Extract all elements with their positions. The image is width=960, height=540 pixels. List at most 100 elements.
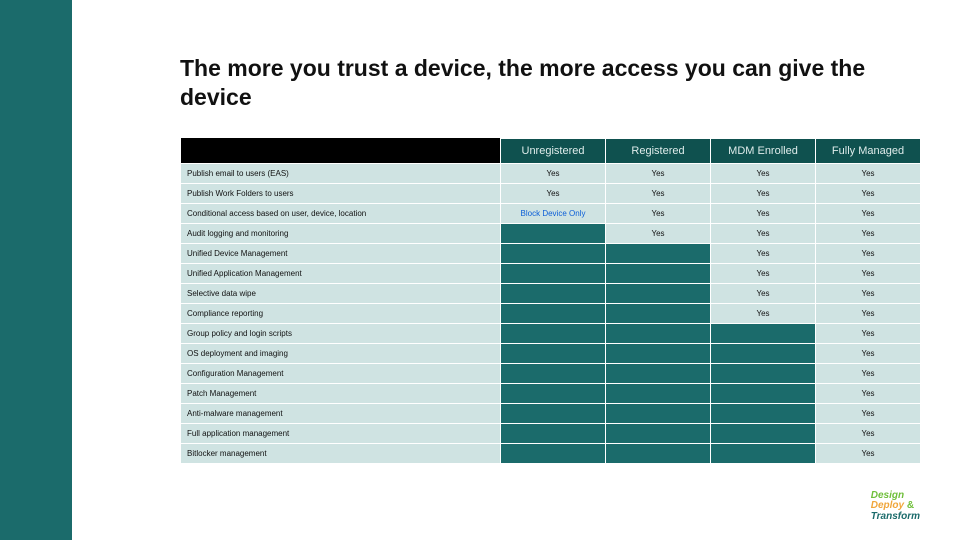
table-row: Conditional access based on user, device…	[181, 204, 921, 224]
value-cell: Yes	[816, 184, 921, 204]
table-row: Unified Application Management YesYes	[181, 264, 921, 284]
value-cell	[501, 444, 606, 464]
value-cell: Block Device Only	[501, 204, 606, 224]
table-row: Selective data wipe YesYes	[181, 284, 921, 304]
value-cell	[711, 324, 816, 344]
feature-cell: Group policy and login scripts	[181, 324, 501, 344]
value-cell	[501, 364, 606, 384]
table-row: Configuration Management Yes	[181, 364, 921, 384]
value-cell: Yes	[816, 304, 921, 324]
table-header-row: Unregistered Registered MDM Enrolled Ful…	[181, 138, 921, 164]
table-row: Publish email to users (EAS)YesYesYesYes	[181, 164, 921, 184]
value-cell	[501, 264, 606, 284]
feature-cell: Publish email to users (EAS)	[181, 164, 501, 184]
feature-cell: Conditional access based on user, device…	[181, 204, 501, 224]
table-row: Compliance reporting YesYes	[181, 304, 921, 324]
value-cell: Yes	[711, 304, 816, 324]
value-cell	[606, 324, 711, 344]
table-row: OS deployment and imaging Yes	[181, 344, 921, 364]
value-cell: Yes	[816, 324, 921, 344]
feature-cell: Patch Management	[181, 384, 501, 404]
value-cell	[606, 304, 711, 324]
value-cell: Yes	[816, 404, 921, 424]
col-mdm-enrolled: MDM Enrolled	[711, 138, 816, 164]
value-cell	[711, 444, 816, 464]
col-registered: Registered	[606, 138, 711, 164]
table-row: Bitlocker management Yes	[181, 444, 921, 464]
value-cell	[711, 384, 816, 404]
slide-content: The more you trust a device, the more ac…	[180, 54, 920, 464]
value-cell: Yes	[606, 164, 711, 184]
feature-cell: Selective data wipe	[181, 284, 501, 304]
value-cell: Yes	[816, 424, 921, 444]
feature-cell: Publish Work Folders to users	[181, 184, 501, 204]
value-cell: Yes	[816, 204, 921, 224]
feature-matrix-table: Unregistered Registered MDM Enrolled Ful…	[180, 138, 921, 465]
value-cell: Yes	[816, 284, 921, 304]
feature-cell: Unified Device Management	[181, 244, 501, 264]
slide-title: The more you trust a device, the more ac…	[180, 54, 920, 112]
table-row: Unified Device Management YesYes	[181, 244, 921, 264]
value-cell	[711, 404, 816, 424]
value-cell	[606, 404, 711, 424]
value-cell: Yes	[606, 224, 711, 244]
value-cell	[606, 384, 711, 404]
value-cell: Yes	[816, 364, 921, 384]
value-cell: Yes	[711, 284, 816, 304]
value-cell: Yes	[711, 224, 816, 244]
feature-cell: OS deployment and imaging	[181, 344, 501, 364]
logo-ampersand: &	[907, 500, 914, 511]
logo-line-2: Deploy	[871, 500, 904, 511]
header-blank	[181, 138, 501, 164]
table-row: Full application management Yes	[181, 424, 921, 444]
feature-cell: Full application management	[181, 424, 501, 444]
feature-cell: Configuration Management	[181, 364, 501, 384]
value-cell	[501, 224, 606, 244]
value-cell	[501, 404, 606, 424]
value-cell	[606, 444, 711, 464]
value-cell: Yes	[816, 344, 921, 364]
table-row: Patch Management Yes	[181, 384, 921, 404]
table-row: Publish Work Folders to usersYesYesYesYe…	[181, 184, 921, 204]
value-cell	[606, 284, 711, 304]
table-row: Group policy and login scripts Yes	[181, 324, 921, 344]
value-cell: Yes	[711, 184, 816, 204]
value-cell	[501, 244, 606, 264]
table-row: Audit logging and monitoringYesYesYes	[181, 224, 921, 244]
value-cell	[501, 384, 606, 404]
value-cell	[606, 424, 711, 444]
value-cell	[606, 344, 711, 364]
value-cell	[501, 324, 606, 344]
value-cell: Yes	[711, 244, 816, 264]
value-cell	[606, 264, 711, 284]
table-row: Anti-malware managementYes	[181, 404, 921, 424]
value-cell: Yes	[711, 204, 816, 224]
col-fully-managed: Fully Managed	[816, 138, 921, 164]
value-cell	[711, 344, 816, 364]
value-cell	[501, 304, 606, 324]
value-cell	[711, 364, 816, 384]
col-unregistered: Unregistered	[501, 138, 606, 164]
value-cell: Yes	[816, 444, 921, 464]
value-cell: Yes	[816, 244, 921, 264]
feature-cell: Compliance reporting	[181, 304, 501, 324]
value-cell	[501, 284, 606, 304]
value-cell	[501, 344, 606, 364]
brand-logo: Design Deploy & Transform	[871, 491, 920, 523]
value-cell: Yes	[816, 164, 921, 184]
value-cell: Yes	[816, 224, 921, 244]
value-cell	[501, 424, 606, 444]
value-cell: Yes	[816, 264, 921, 284]
feature-cell: Bitlocker management	[181, 444, 501, 464]
logo-line-3: Transform	[871, 512, 920, 523]
value-cell: Yes	[606, 184, 711, 204]
value-cell: Yes	[816, 384, 921, 404]
left-accent-bar	[0, 0, 72, 540]
value-cell: Yes	[711, 164, 816, 184]
value-cell: Yes	[711, 264, 816, 284]
value-cell: Yes	[501, 184, 606, 204]
value-cell	[606, 244, 711, 264]
value-cell	[606, 364, 711, 384]
feature-cell: Unified Application Management	[181, 264, 501, 284]
feature-cell: Audit logging and monitoring	[181, 224, 501, 244]
